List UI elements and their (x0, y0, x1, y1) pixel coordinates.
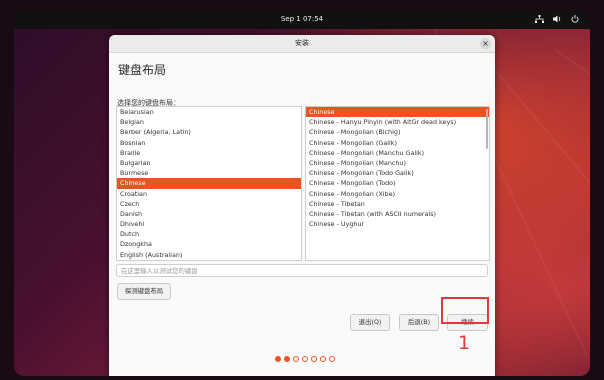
close-icon[interactable]: × (480, 38, 491, 49)
list-item[interactable]: Chinese (117, 178, 301, 189)
progress-dot (284, 356, 290, 362)
detect-layout-button[interactable]: 探测键盘布局 (117, 283, 171, 300)
progress-dots (275, 356, 335, 362)
list-item[interactable]: Danish (117, 209, 301, 219)
list-item[interactable]: Chinese - Mongolian (Manchu Galik) (306, 148, 489, 158)
list-item[interactable]: Bosnian (117, 138, 301, 148)
list-item[interactable]: Dutch (117, 229, 301, 239)
volume-icon[interactable] (552, 13, 562, 25)
list-item[interactable]: Dzongkha (117, 239, 301, 249)
scrollbar[interactable] (486, 109, 488, 149)
wallpaper-ray (494, 68, 590, 346)
progress-dot (311, 356, 317, 362)
installer-window: 安装 × 键盘布局 选择您的键盘布局： Belarusian Belgian Ber… (109, 35, 495, 376)
list-item[interactable]: Chinese (306, 107, 489, 118)
progress-dot (320, 356, 326, 362)
back-button[interactable]: 后退(B) (399, 314, 439, 331)
list-item[interactable]: Belarusian (117, 107, 301, 117)
page-title: 键盘布局 (118, 63, 167, 77)
clock[interactable]: Sep 1 07:54 (14, 15, 590, 23)
progress-dot (302, 356, 308, 362)
variant-list[interactable]: Chinese Chinese - Hanyu Pinyin (with AltG… (305, 106, 490, 261)
title-bar: 安装 × (109, 35, 495, 53)
list-item[interactable]: Chinese - Mongolian (Manchu) (306, 158, 489, 168)
keyboard-test-input[interactable] (121, 265, 487, 277)
network-icon[interactable] (534, 13, 544, 25)
progress-dot (275, 356, 281, 362)
list-item[interactable]: Berber (Algeria, Latin) (117, 127, 301, 137)
window-title: 安装 (295, 39, 309, 47)
list-item[interactable]: Chinese - Hanyu Pinyin (with AltGr dead … (306, 117, 489, 127)
keyboard-test-field[interactable] (116, 264, 488, 277)
list-item[interactable]: Chinese - Mongolian (Bichig) (306, 127, 489, 137)
progress-dot (329, 356, 335, 362)
list-item[interactable]: Croatian (117, 189, 301, 199)
list-item[interactable]: Dhivehi (117, 219, 301, 229)
list-item[interactable]: Chinese - Tibetan (with ASCII numerals) (306, 209, 489, 219)
list-item[interactable]: Czech (117, 199, 301, 209)
wallpaper-ray (554, 48, 590, 257)
list-item[interactable]: Chinese - Mongolian (Todo Galik) (306, 168, 489, 178)
list-item[interactable]: Chinese - Mongolian (Todo) (306, 178, 489, 188)
list-item[interactable]: Chinese - Uyghur (306, 219, 489, 229)
list-item[interactable]: Belgian (117, 117, 301, 127)
list-item[interactable]: Chinese - Mongolian (Xibe) (306, 189, 489, 199)
power-icon[interactable] (570, 13, 580, 25)
annotation-highlight-box (441, 297, 489, 324)
list-item[interactable]: Chinese - Tibetan (306, 199, 489, 209)
annotation-marker: 1 (458, 332, 471, 354)
list-item[interactable]: Braille (117, 148, 301, 158)
layout-list[interactable]: Belarusian Belgian Berber (Algeria, Latin)… (116, 106, 302, 261)
list-item[interactable]: English (Australian) (117, 250, 301, 260)
list-item[interactable]: Burmese (117, 168, 301, 178)
desktop-background: Sep 1 07:54 安装 × 键盘布局 选择您的键盘布局： Belarusi… (14, 10, 590, 376)
list-item[interactable]: Bulgarian (117, 158, 301, 168)
top-bar: Sep 1 07:54 (14, 10, 590, 29)
quit-button[interactable]: 退出(Q) (350, 314, 390, 331)
progress-dot (293, 356, 299, 362)
list-item[interactable]: Chinese - Mongolian (Galik) (306, 138, 489, 148)
